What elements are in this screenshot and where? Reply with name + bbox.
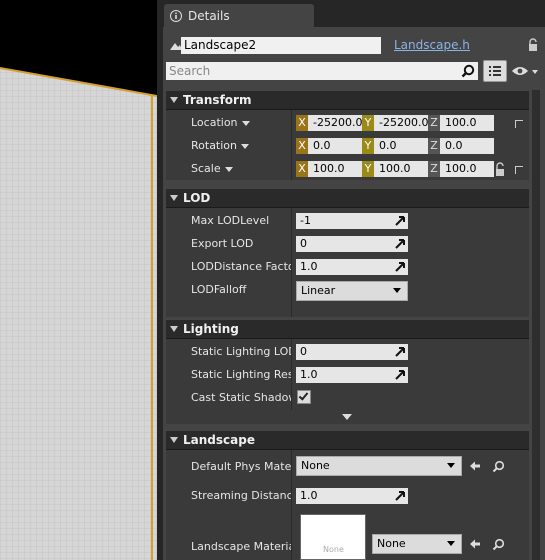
property-row-export-lod: Export LOD 0: [166, 233, 529, 255]
rotation-x-field[interactable]: X 0.0: [296, 138, 362, 154]
category-title: LOD: [183, 191, 211, 205]
location-x-field[interactable]: X -25200.0: [296, 115, 362, 131]
property-row-static-lighting-lod: Static Lighting LOD 0: [166, 341, 529, 363]
static-lighting-lod-label: Static Lighting LOD: [191, 345, 291, 358]
category-header-lod[interactable]: LOD: [166, 189, 529, 208]
landscape-material-dropdown[interactable]: None: [372, 534, 462, 554]
chevron-down-icon: [342, 414, 352, 420]
max-lod-level-field[interactable]: -1: [296, 213, 408, 229]
use-selected-arrow-icon[interactable]: [469, 460, 481, 472]
material-thumbnail[interactable]: None: [300, 514, 366, 560]
location-label[interactable]: Location: [191, 116, 291, 129]
property-row-default-phys-material: Default Phys Material None: [166, 456, 529, 478]
use-selected-arrow-icon[interactable]: [469, 538, 481, 550]
property-row-max-lod-level: Max LODLevel -1: [166, 210, 529, 232]
search-icon: [461, 64, 475, 78]
category-lighting: Lighting Static Lighting LOD 0 Static Li…: [166, 320, 529, 410]
property-row-lod-distance-factor: LODDistance Factor 1.0: [166, 256, 529, 278]
actor-name-input[interactable]: Landscape2: [181, 37, 381, 54]
details-search-input[interactable]: Search: [166, 62, 478, 80]
property-row-static-lighting-resolution: Static Lighting Resolution 1.0: [166, 364, 529, 386]
check-icon: [298, 390, 309, 401]
cast-static-shadow-label: Cast Static Shadow: [191, 391, 291, 404]
drag-handle-icon: [395, 347, 405, 357]
export-lod-field[interactable]: 0: [296, 236, 408, 252]
reset-to-default-icon[interactable]: [515, 120, 523, 128]
scale-label[interactable]: Scale: [191, 162, 291, 175]
expand-arrow-icon: [170, 97, 178, 103]
landscape-material-label: Landscape Material: [191, 540, 291, 553]
browse-search-icon[interactable]: [492, 460, 505, 473]
cast-static-shadow-checkbox[interactable]: [297, 390, 311, 404]
browse-search-icon[interactable]: [492, 538, 505, 551]
static-lighting-resolution-label: Static Lighting Resolution: [191, 368, 291, 381]
rotation-label[interactable]: Rotation: [191, 139, 291, 152]
drag-handle-icon: [395, 216, 405, 226]
level-viewport[interactable]: [0, 0, 157, 560]
list-icon: [489, 66, 501, 76]
location-y-field[interactable]: Y -25200.0: [362, 115, 428, 131]
rotation-y-field[interactable]: Y 0.0: [362, 138, 428, 154]
max-lod-level-label: Max LODLevel: [191, 214, 270, 227]
property-matrix-button[interactable]: [483, 60, 507, 82]
lock-scale-icon[interactable]: [494, 161, 508, 177]
category-header-transform[interactable]: Transform: [166, 91, 529, 110]
streaming-distance-field[interactable]: 1.0: [296, 488, 408, 504]
property-row-rotation: Rotation X 0.0 Y 0.0 Z 0.0: [166, 135, 529, 157]
drag-handle-icon: [395, 239, 405, 249]
category-title: Lighting: [183, 322, 239, 336]
category-title: Landscape: [183, 433, 255, 447]
rotation-z-field[interactable]: Z 0.0: [428, 138, 494, 154]
scale-z-field[interactable]: Z 100.0: [428, 161, 494, 177]
expand-arrow-icon: [170, 437, 178, 443]
tab-strip: Details: [163, 0, 545, 28]
lock-icon[interactable]: [527, 38, 539, 52]
chevron-down-icon: [241, 143, 250, 149]
landscape-ground: [0, 67, 157, 560]
default-phys-material-label: Default Phys Material: [191, 460, 291, 473]
category-title: Transform: [183, 93, 252, 107]
property-row-lod-falloff: LODFalloff Linear: [166, 279, 529, 301]
info-icon: [170, 10, 182, 22]
category-lod: LOD Max LODLevel -1 Export LOD 0 LODDist…: [166, 189, 529, 317]
property-row-cast-static-shadow: Cast Static Shadow: [166, 387, 529, 409]
drag-handle-icon: [395, 491, 405, 501]
property-row-scale: Scale X 100.0 Y 100.0 Z 100.0: [166, 158, 529, 180]
tab-label: Details: [188, 9, 230, 23]
expand-arrow-icon: [170, 326, 178, 332]
expand-arrow-icon: [170, 195, 178, 201]
location-z-field[interactable]: Z 100.0: [428, 115, 494, 131]
streaming-distance-label: Streaming Distance Multiplier: [191, 489, 291, 502]
chevron-down-icon: [224, 166, 233, 172]
eye-icon[interactable]: [511, 66, 529, 76]
reset-to-default-icon[interactable]: [515, 166, 523, 174]
default-phys-material-dropdown[interactable]: None: [296, 456, 462, 476]
property-row-location: Location X -25200.0 Y -25200.0 Z 100.0: [166, 112, 529, 134]
drag-handle-icon: [395, 370, 405, 380]
category-header-lighting[interactable]: Lighting: [166, 320, 529, 339]
drag-handle-icon: [395, 262, 405, 272]
static-lighting-resolution-field[interactable]: 1.0: [296, 367, 408, 383]
chevron-down-icon: [447, 541, 455, 546]
category-transform: Transform Location X -25200.0 Y -25200.0 Z…: [166, 91, 529, 180]
lod-distance-factor-label: LODDistance Factor: [191, 260, 291, 273]
property-row-streaming-distance: Streaming Distance Multiplier 1.0: [166, 485, 529, 507]
scale-y-field[interactable]: Y 100.0: [362, 161, 428, 177]
chevron-down-icon: [447, 463, 455, 468]
vertical-scrollbar[interactable]: [532, 90, 540, 560]
scale-x-field[interactable]: X 100.0: [296, 161, 362, 177]
chevron-down-icon[interactable]: [532, 70, 538, 74]
chevron-down-icon: [393, 288, 401, 293]
lod-falloff-dropdown[interactable]: Linear: [296, 281, 408, 301]
static-lighting-lod-field[interactable]: 0: [296, 344, 408, 360]
thumbnail-label: None: [323, 545, 344, 554]
chevron-down-icon: [241, 120, 250, 126]
category-header-landscape[interactable]: Landscape: [166, 431, 529, 450]
lod-distance-factor-field[interactable]: 1.0: [296, 259, 408, 275]
class-source-link[interactable]: Landscape.h: [394, 38, 470, 52]
lod-falloff-label: LODFalloff: [191, 283, 247, 296]
export-lod-label: Export LOD: [191, 237, 254, 250]
tab-details[interactable]: Details: [164, 4, 314, 28]
advanced-expander[interactable]: [166, 410, 529, 424]
